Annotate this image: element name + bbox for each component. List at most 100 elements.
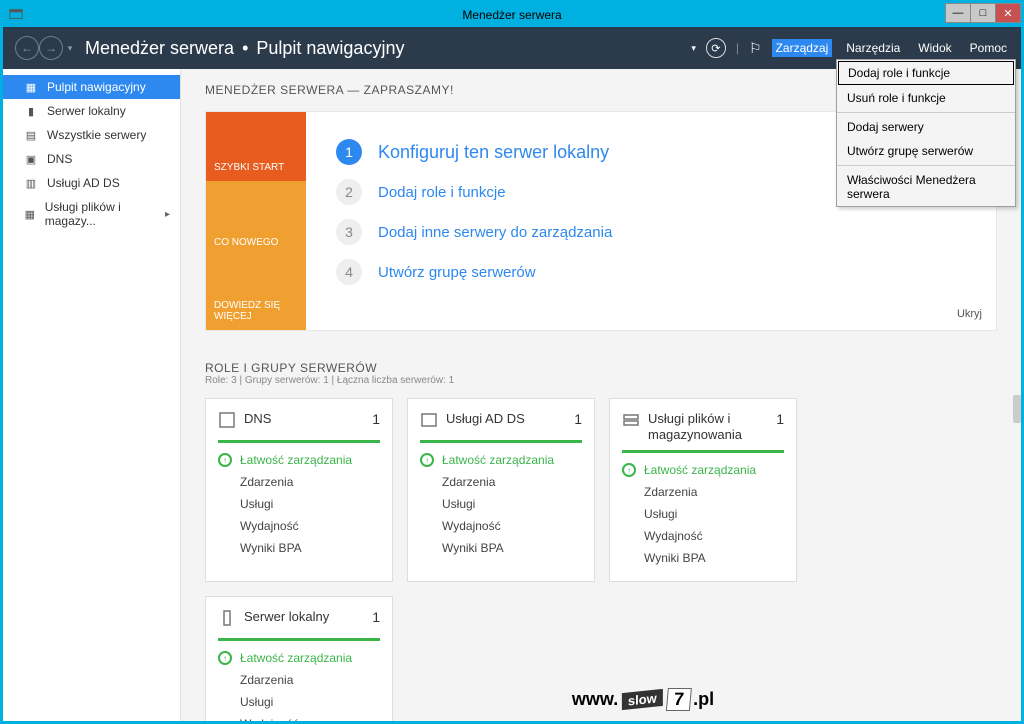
- roles-subheading: Role: 3 | Grupy serwerów: 1 | Łączna lic…: [205, 375, 997, 386]
- breadcrumb-page: Pulpit nawigacyjny: [256, 38, 404, 59]
- maximize-button[interactable]: □: [970, 3, 996, 23]
- status-ok-icon: ↑: [420, 453, 434, 467]
- refresh-button[interactable]: ⟳: [706, 38, 726, 58]
- hide-button[interactable]: Ukryj: [957, 308, 982, 320]
- server-icon: ▮: [23, 104, 39, 118]
- tile-title: Usługi plików i magazynowania: [648, 411, 768, 442]
- tile-title: Usługi AD DS: [446, 411, 566, 427]
- tile-count: 1: [574, 411, 582, 427]
- tile-performance[interactable]: Wydajność: [218, 515, 380, 537]
- titlebar: Menedżer serwera — □ ✕: [3, 3, 1021, 27]
- tile-manageability[interactable]: ↑Łatwość zarządzania: [218, 651, 380, 665]
- sidebar-item-adds[interactable]: ▥ Usługi AD DS: [3, 171, 180, 195]
- back-button[interactable]: ←: [15, 36, 39, 60]
- menu-widok[interactable]: Widok: [914, 39, 955, 57]
- server-icon: [218, 609, 236, 627]
- welcome-tab-learnmore[interactable]: DOWIEDZ SIĘ WIĘCEJ: [206, 256, 306, 330]
- status-ok-icon: ↑: [218, 453, 232, 467]
- chevron-right-icon: ▸: [165, 209, 170, 220]
- tile-bpa[interactable]: Wyniki BPA: [622, 547, 784, 569]
- dropdown-create-group[interactable]: Utwórz grupę serwerów: [837, 139, 1015, 163]
- sidebar-item-label: Wszystkie serwery: [47, 128, 146, 142]
- step-label: Dodaj inne serwery do zarządzania: [378, 224, 612, 241]
- tile-events[interactable]: Zdarzenia: [622, 481, 784, 503]
- tile-bpa[interactable]: Wyniki BPA: [420, 537, 582, 559]
- tile-title: Serwer lokalny: [244, 609, 364, 625]
- app-icon: [9, 7, 23, 21]
- chevron-right-icon: •: [242, 38, 248, 59]
- servers-icon: ▤: [23, 128, 39, 142]
- welcome-tab-quickstart[interactable]: SZYBKI START: [206, 112, 306, 181]
- forward-button[interactable]: →: [39, 36, 63, 60]
- breadcrumb: Menedżer serwera • Pulpit nawigacyjny: [85, 38, 404, 59]
- minimize-button[interactable]: —: [945, 3, 971, 23]
- dropdown-properties[interactable]: Właściwości Menedżera serwera: [837, 168, 1015, 206]
- tile-local-server[interactable]: Serwer lokalny 1 ↑Łatwość zarządzania Zd…: [205, 596, 393, 721]
- dropdown-remove-roles[interactable]: Usuń role i funkcje: [837, 86, 1015, 110]
- tile-services[interactable]: Usługi: [420, 493, 582, 515]
- dns-icon: ▣: [23, 152, 39, 166]
- chevron-down-icon[interactable]: ▾: [691, 43, 696, 54]
- storage-icon: ▦: [23, 207, 37, 221]
- welcome-tab-whatsnew[interactable]: CO NOWEGO: [206, 181, 306, 256]
- separator: [837, 165, 1015, 166]
- window-title: Menedżer serwera: [462, 8, 561, 22]
- step-number: 1: [336, 139, 362, 165]
- tile-performance[interactable]: Wydajność: [218, 713, 380, 721]
- step-add-servers[interactable]: 3 Dodaj inne serwery do zarządzania: [336, 212, 966, 252]
- tile-manageability[interactable]: ↑Łatwość zarządzania: [622, 463, 784, 477]
- sidebar-item-label: Serwer lokalny: [47, 104, 126, 118]
- scrollbar-thumb[interactable]: [1013, 395, 1021, 423]
- sidebar-item-local-server[interactable]: ▮ Serwer lokalny: [3, 99, 180, 123]
- breadcrumb-root[interactable]: Menedżer serwera: [85, 38, 234, 59]
- sidebar-item-dashboard[interactable]: ▦ Pulpit nawigacyjny: [3, 75, 180, 99]
- sidebar-item-dns[interactable]: ▣ DNS: [3, 147, 180, 171]
- step-label: Konfiguruj ten serwer lokalny: [378, 142, 609, 163]
- sidebar-item-file-storage[interactable]: ▦ Usługi plików i magazy... ▸: [3, 195, 180, 233]
- sidebar-item-label: Usługi plików i magazy...: [45, 200, 157, 228]
- tile-count: 1: [776, 411, 784, 427]
- storage-icon: [622, 411, 640, 429]
- tile-count: 1: [372, 411, 380, 427]
- tile-manageability[interactable]: ↑Łatwość zarządzania: [218, 453, 380, 467]
- dashboard-icon: ▦: [23, 80, 39, 94]
- tile-bpa[interactable]: Wyniki BPA: [218, 537, 380, 559]
- separator: |: [736, 41, 739, 55]
- tile-count: 1: [372, 609, 380, 625]
- tile-services[interactable]: Usługi: [218, 691, 380, 713]
- step-number: 3: [336, 219, 362, 245]
- status-ok-icon: ↑: [622, 463, 636, 477]
- menu-pomoc[interactable]: Pomoc: [966, 39, 1011, 57]
- tile-adds[interactable]: Usługi AD DS 1 ↑Łatwość zarządzania Zdar…: [407, 398, 595, 582]
- menu-zarzadzaj[interactable]: Zarządzaj: [772, 39, 833, 57]
- notifications-flag-icon[interactable]: ⚐: [749, 40, 762, 57]
- menu-narzedzia[interactable]: Narzędzia: [842, 39, 904, 57]
- tile-services[interactable]: Usługi: [622, 503, 784, 525]
- zarzadzaj-dropdown: Dodaj role i funkcje Usuń role i funkcje…: [836, 59, 1016, 207]
- step-number: 4: [336, 259, 362, 285]
- step-number: 2: [336, 179, 362, 205]
- tile-title: DNS: [244, 411, 364, 427]
- tile-events[interactable]: Zdarzenia: [218, 471, 380, 493]
- dropdown-add-servers[interactable]: Dodaj serwery: [837, 115, 1015, 139]
- tile-performance[interactable]: Wydajność: [622, 525, 784, 547]
- tile-performance[interactable]: Wydajność: [420, 515, 582, 537]
- dropdown-add-roles[interactable]: Dodaj role i funkcje: [838, 61, 1014, 85]
- step-label: Utwórz grupę serwerów: [378, 264, 536, 281]
- watermark: www. slow 7 .pl: [572, 688, 714, 711]
- sidebar: ▦ Pulpit nawigacyjny ▮ Serwer lokalny ▤ …: [3, 69, 181, 721]
- tile-file-storage[interactable]: Usługi plików i magazynowania 1 ↑Łatwość…: [609, 398, 797, 582]
- sidebar-item-all-servers[interactable]: ▤ Wszystkie serwery: [3, 123, 180, 147]
- step-create-group[interactable]: 4 Utwórz grupę serwerów: [336, 252, 966, 292]
- separator: [837, 112, 1015, 113]
- tile-events[interactable]: Zdarzenia: [420, 471, 582, 493]
- step-label: Dodaj role i funkcje: [378, 184, 506, 201]
- status-ok-icon: ↑: [218, 651, 232, 665]
- nav-history-dropdown[interactable]: ▾: [63, 36, 77, 60]
- tile-services[interactable]: Usługi: [218, 493, 380, 515]
- tile-events[interactable]: Zdarzenia: [218, 669, 380, 691]
- close-button[interactable]: ✕: [995, 3, 1021, 23]
- tile-manageability[interactable]: ↑Łatwość zarządzania: [420, 453, 582, 467]
- roles-heading: ROLE I GRUPY SERWERÓW: [205, 361, 997, 375]
- tile-dns[interactable]: DNS 1 ↑Łatwość zarządzania Zdarzenia Usł…: [205, 398, 393, 582]
